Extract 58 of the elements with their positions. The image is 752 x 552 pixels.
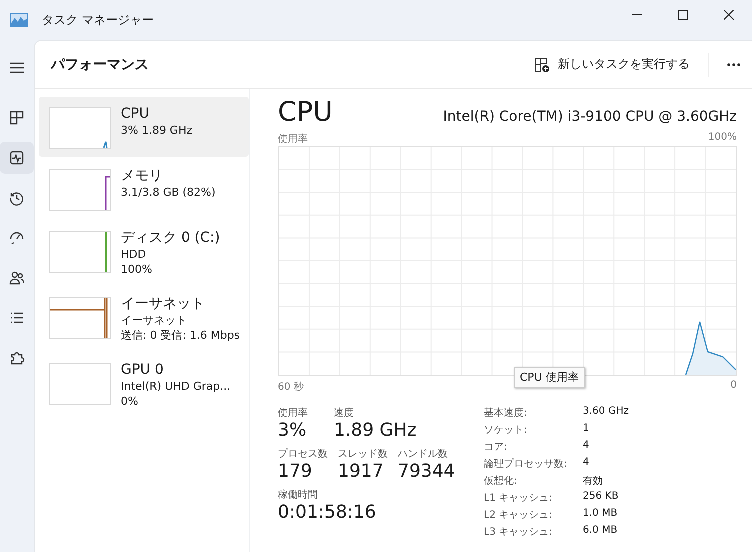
maximize-icon [678,10,688,20]
graph-time-label: 60 秒 [278,380,304,394]
device-item[interactable]: GPU 0 Intel(R) UHD Grap... 0% [39,353,249,417]
page-title: パフォーマンス [51,56,150,74]
puzzle-icon [9,350,25,366]
tooltip: CPU 使用率 [514,367,585,388]
new-task-icon [534,56,550,72]
stat-label: プロセス数 [278,448,328,461]
usage-graph [49,363,111,405]
spec-label: ソケット: [484,424,528,437]
list-icon [9,310,25,326]
nav-item[interactable] [0,142,34,174]
spec-label: 仮想化: [484,474,518,488]
stat-label: スレッド数 [338,448,388,461]
spec-label: コア: [484,441,508,454]
spec-value: 1 [583,423,590,436]
stat-label: 速度 [334,406,355,420]
spec-value: 4 [583,457,590,470]
spec-value: 6.0 MB [583,525,619,538]
run-task-button[interactable]: 新しいタスクを実行する [526,50,698,79]
stat-label: 使用率 [278,406,309,420]
spec-label: L1 キャッシュ: [484,492,554,505]
stat-value: 179 [278,461,314,482]
graph-max-label: 100% [708,132,737,145]
spec-value: 1.0 MB [583,508,619,521]
spec-value: 3.60 GHz [583,406,629,419]
graph-min-label: 0 [730,380,737,393]
spec-label: L2 キャッシュ: [484,509,554,522]
stat-label: ハンドル数 [398,448,449,461]
spec-value: 4 [583,440,590,453]
device-item[interactable]: ディスク 0 (C:) HDD 100% [39,221,249,285]
pulse-icon [9,150,25,166]
app-icon [10,13,28,27]
history-icon [9,190,25,206]
more-icon [727,62,741,66]
stat-value: 0:01:58:16 [278,502,376,523]
device-item[interactable]: メモリ 3.1/3.8 GB (82%) [39,159,249,219]
device-title: CPU [278,97,333,128]
graph-label: 使用率 [278,132,308,146]
users-icon [9,270,25,286]
stat-value: 3% [278,420,308,441]
grid-icon [9,110,25,126]
stat-value: 1917 [338,461,385,482]
stat-value: 79344 [398,461,456,482]
spec-label: 論理プロセッサ数: [484,458,568,471]
spec-value: 有効 [583,474,604,488]
spec-label: L3 キャッシュ: [484,526,554,539]
stat-value: 1.89 GHz [334,420,417,441]
spec-label: 基本速度: [484,406,528,420]
close-icon [724,10,734,20]
device-item[interactable]: CPU 3% 1.89 GHz [39,97,249,157]
processor-model: Intel(R) Core(TM) i3-9100 CPU @ 3.60GHz [443,109,737,125]
menu-icon [9,60,25,76]
device-item[interactable]: イーサネット イーサネット 送信: 0 受信: 1.6 Mbps [39,287,249,351]
stat-label: 稼働時間 [278,488,319,502]
spec-value: 256 KB [583,491,620,504]
window-title: タスク マネージャー [42,12,155,28]
gauge-icon [9,230,25,246]
